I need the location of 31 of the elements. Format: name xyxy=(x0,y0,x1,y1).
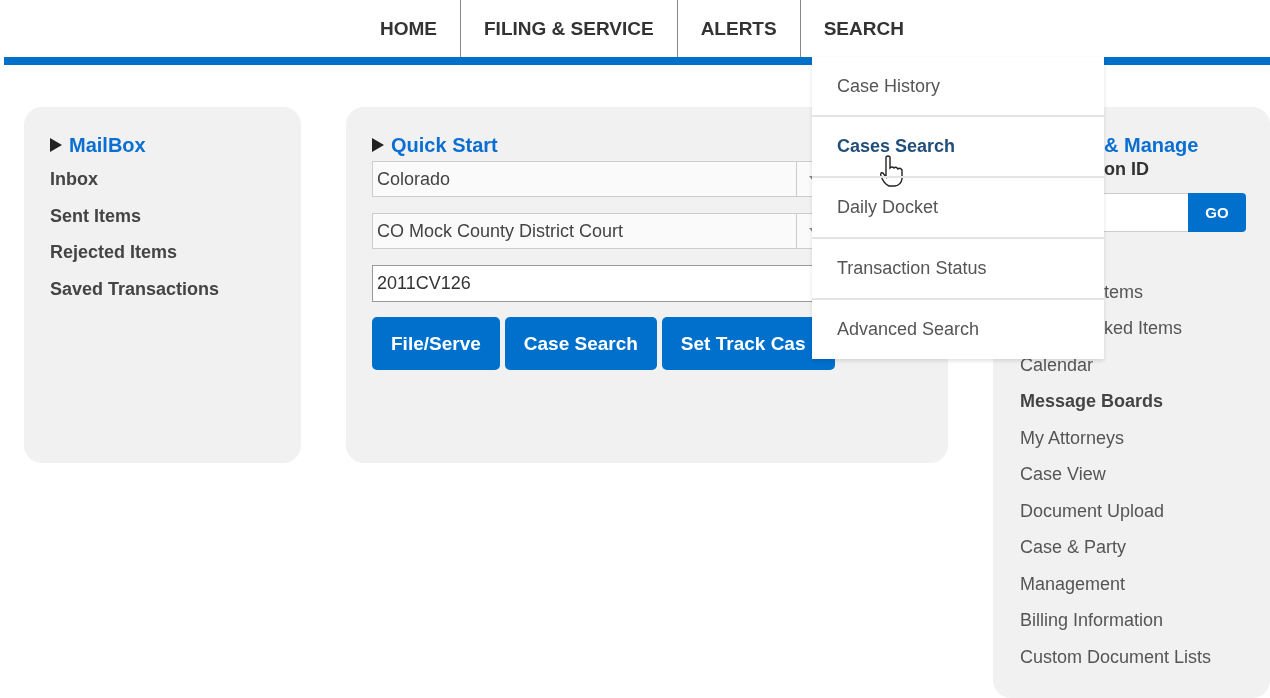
panel-link[interactable]: ked Items xyxy=(1104,318,1183,340)
action-button[interactable]: Set Track Cas xyxy=(661,317,835,370)
section-title-link[interactable]: & Manage xyxy=(1104,133,1199,157)
menu-item[interactable]: Case History xyxy=(812,57,1104,115)
triangle-icon xyxy=(50,138,62,152)
menu-item[interactable]: Daily Docket xyxy=(812,176,1104,237)
panel-link[interactable]: My Attorneys xyxy=(1020,427,1125,449)
action-button[interactable]: File/Serve xyxy=(372,317,500,370)
panel-link[interactable]: Case & Party xyxy=(1020,537,1127,559)
go-button[interactable]: GO xyxy=(1188,193,1246,232)
panel-link[interactable]: Case View xyxy=(1020,464,1106,486)
section-title-link[interactable]: MailBox xyxy=(69,133,146,157)
panel-link[interactable]: tems xyxy=(1104,281,1143,303)
action-button[interactable]: Case Search xyxy=(504,317,657,370)
triangle-icon xyxy=(372,138,384,152)
panel-link[interactable]: Document Upload xyxy=(1020,500,1165,522)
menu-item[interactable]: Advanced Search xyxy=(812,298,1104,359)
menu-item[interactable]: Cases Search xyxy=(812,115,1104,176)
panel-link[interactable]: Management xyxy=(1020,573,1126,595)
panel-link[interactable]: Message Boards xyxy=(1020,391,1164,413)
folder-link[interactable]: Sent Items xyxy=(50,197,142,234)
menu-item[interactable]: Transaction Status xyxy=(812,237,1104,298)
panel-link[interactable]: Billing Information xyxy=(1020,610,1164,632)
panel-link[interactable]: Custom Document Lists xyxy=(1020,646,1212,668)
folder-link[interactable]: Inbox xyxy=(50,161,98,198)
hand-cursor-icon xyxy=(878,155,904,187)
field-label: on ID xyxy=(1104,159,1149,179)
section-title-link[interactable]: Quick Start xyxy=(391,133,498,157)
nav-tab[interactable]: HOME xyxy=(357,0,460,57)
folder-link[interactable]: Saved Transactions xyxy=(50,270,220,307)
folder-link[interactable]: Rejected Items xyxy=(50,234,178,271)
